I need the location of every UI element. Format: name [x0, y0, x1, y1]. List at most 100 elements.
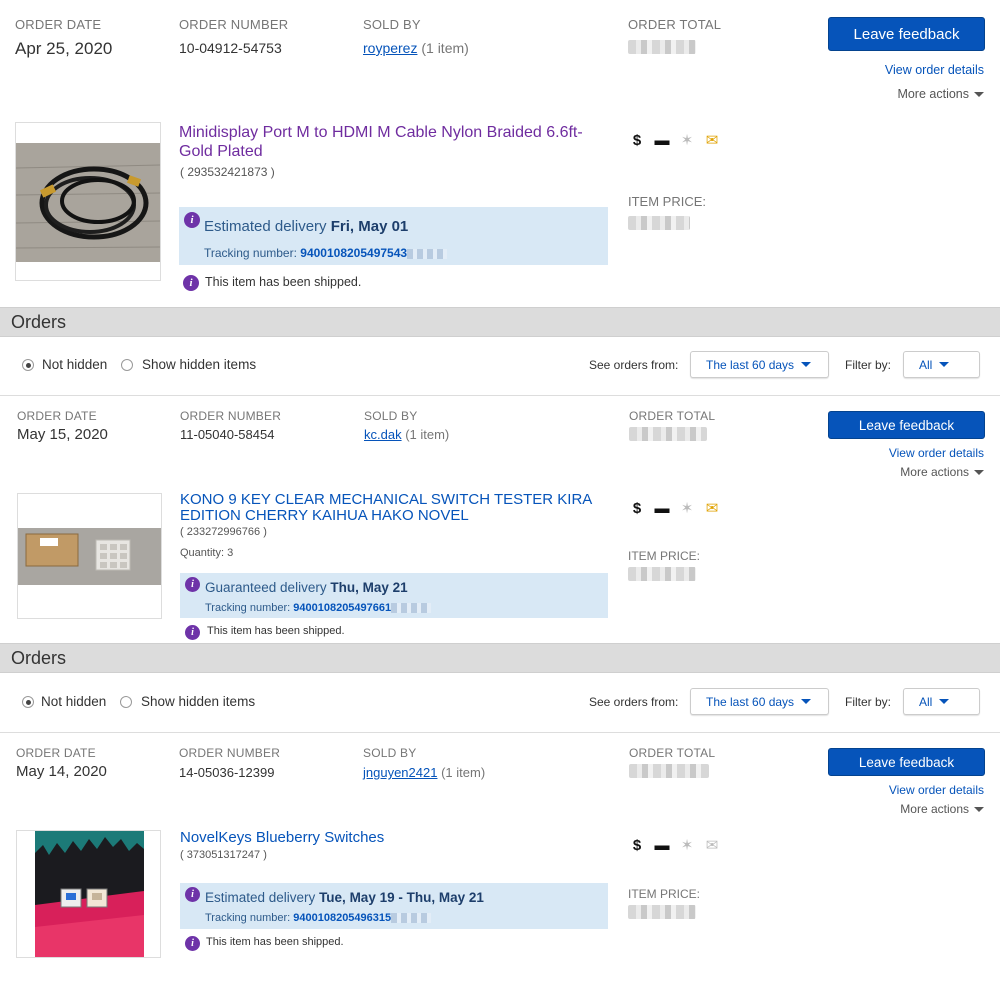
- tracking-label: Tracking number:: [205, 602, 291, 614]
- delivery-text: Guaranteed delivery Thu, May 21: [205, 580, 408, 595]
- status-icons: $ ▬ ✶ ✉: [628, 499, 721, 518]
- order-number: 11-05040-58454: [180, 427, 275, 442]
- item-id: ( 293532421873 ): [180, 165, 275, 179]
- tracking-number-link[interactable]: 9400108205496315: [293, 912, 432, 924]
- delivery-date: Tue, May 19 - Thu, May 21: [319, 890, 484, 905]
- more-actions-menu[interactable]: More actions: [900, 465, 984, 479]
- more-actions-label: More actions: [900, 465, 969, 479]
- more-actions-menu[interactable]: More actions: [900, 802, 984, 816]
- leave-feedback-button[interactable]: Leave feedback: [828, 17, 985, 51]
- item-count: (1 item): [441, 765, 486, 780]
- show-hidden-label: Show hidden items: [141, 694, 256, 709]
- see-orders-from-label: See orders from:: [589, 695, 679, 709]
- more-actions-label: More actions: [900, 802, 969, 816]
- card-icon: ▬: [654, 499, 670, 517]
- order-number-label: ORDER NUMBER: [179, 746, 281, 760]
- filter-dropdown[interactable]: All: [903, 351, 980, 378]
- leave-feedback-button[interactable]: Leave feedback: [828, 411, 985, 439]
- info-icon: i: [184, 212, 200, 228]
- delivery-date: Thu, May 21: [330, 580, 408, 595]
- seller-link[interactable]: royperez: [363, 40, 417, 56]
- filter-value: All: [919, 357, 933, 372]
- feedback-star-icon: ✶: [680, 500, 694, 517]
- info-icon: i: [185, 887, 200, 902]
- tracking-label: Tracking number:: [205, 912, 291, 924]
- show-hidden-label: Show hidden items: [142, 357, 257, 372]
- not-hidden-label: Not hidden: [42, 357, 108, 372]
- chevron-down-icon: [939, 699, 950, 704]
- tracking-label: Tracking number:: [204, 246, 297, 260]
- order-total-label: ORDER TOTAL: [628, 17, 722, 32]
- show-hidden-radio[interactable]: [121, 359, 133, 371]
- delivery-text: Estimated delivery Tue, May 19 - Thu, Ma…: [205, 890, 484, 905]
- filter-dropdown[interactable]: All: [903, 688, 980, 715]
- order-total-label: ORDER TOTAL: [629, 746, 716, 760]
- show-hidden-radio[interactable]: [120, 696, 132, 708]
- delivery-info-box: i Estimated delivery Fri, May 01 Trackin…: [179, 207, 608, 265]
- info-icon: i: [183, 275, 199, 291]
- order-total-redacted: [628, 40, 696, 54]
- delivery-date: Fri, May 01: [330, 218, 409, 235]
- dollar-icon: $: [632, 131, 642, 149]
- seller-link[interactable]: jnguyen2421: [363, 765, 437, 780]
- seller-info: jnguyen2421 (1 item): [363, 765, 485, 780]
- leave-feedback-button[interactable]: Leave feedback: [828, 748, 985, 776]
- item-count: (1 item): [421, 40, 469, 56]
- dollar-icon: $: [632, 836, 642, 854]
- sold-by-label: SOLD BY: [363, 746, 417, 760]
- info-icon: i: [185, 936, 200, 951]
- view-order-details-link[interactable]: View order details: [885, 63, 984, 77]
- item-title-link[interactable]: NovelKeys Blueberry Switches: [180, 830, 610, 846]
- not-hidden-radio[interactable]: [22, 696, 34, 708]
- tracking-row: Tracking number: 9400108205497661: [205, 602, 432, 614]
- delivery-info-box: i Estimated delivery Tue, May 19 - Thu, …: [180, 883, 608, 929]
- info-icon: i: [185, 625, 200, 640]
- item-thumbnail[interactable]: [16, 830, 161, 958]
- seller-info: kc.dak (1 item): [364, 427, 449, 442]
- envelope-icon: ✉: [705, 500, 719, 517]
- order-number: 14-05036-12399: [179, 765, 275, 780]
- item-count: (1 item): [405, 427, 450, 442]
- item-title-link[interactable]: Minidisplay Port M to HDMI M Cable Nylon…: [179, 123, 609, 161]
- view-order-details-link[interactable]: View order details: [889, 446, 984, 460]
- filter-by-label: Filter by:: [845, 695, 892, 709]
- blueberry-switches-image: [17, 831, 160, 957]
- order-total-label: ORDER TOTAL: [629, 409, 716, 423]
- period-dropdown[interactable]: The last 60 days: [690, 351, 829, 378]
- order-card-1: ORDER DATE Apr 25, 2020 ORDER NUMBER 10-…: [0, 0, 1000, 306]
- envelope-icon: ✉: [705, 132, 719, 149]
- orders-section-header: Orders: [0, 643, 1000, 673]
- order-card-3: ORDER DATE May 14, 2020 ORDER NUMBER 14-…: [0, 734, 1000, 1000]
- order-total-redacted: [629, 427, 707, 441]
- tracking-number-link[interactable]: 9400108205497543: [300, 246, 448, 260]
- item-thumbnail[interactable]: [17, 493, 162, 619]
- item-thumbnail[interactable]: [15, 122, 161, 281]
- not-hidden-radio[interactable]: [22, 359, 34, 371]
- item-price-label: ITEM PRICE:: [628, 549, 701, 563]
- period-dropdown[interactable]: The last 60 days: [690, 688, 829, 715]
- feedback-star-icon: ✶: [680, 837, 694, 854]
- status-icons: $ ▬ ✶ ✉: [628, 836, 721, 855]
- order-date-label: ORDER DATE: [15, 17, 102, 32]
- orders-heading: Orders: [11, 648, 67, 668]
- chevron-down-icon: [801, 362, 812, 367]
- order-card-2: ORDER DATE May 15, 2020 ORDER NUMBER 11-…: [0, 397, 1000, 643]
- tracking-number: 9400108205497543: [300, 246, 408, 260]
- view-order-details-link[interactable]: View order details: [889, 783, 984, 797]
- order-date: Apr 25, 2020: [15, 39, 113, 58]
- quantity: Quantity: 3: [180, 547, 234, 559]
- item-id: ( 233272996766 ): [180, 526, 267, 538]
- item-price-label: ITEM PRICE:: [628, 194, 707, 209]
- order-date-label: ORDER DATE: [16, 746, 96, 760]
- item-title-link[interactable]: KONO 9 KEY CLEAR MECHANICAL SWITCH TESTE…: [180, 492, 610, 524]
- tracking-number-link[interactable]: 9400108205497661: [293, 602, 432, 614]
- see-orders-from-label: See orders from:: [589, 358, 679, 372]
- sold-by-label: SOLD BY: [364, 409, 418, 423]
- period-value: The last 60 days: [706, 357, 795, 372]
- orders-heading: Orders: [11, 312, 67, 332]
- dollar-icon: $: [632, 499, 642, 517]
- sold-by-label: SOLD BY: [363, 17, 421, 32]
- seller-link[interactable]: kc.dak: [364, 427, 402, 442]
- more-actions-menu[interactable]: More actions: [897, 87, 984, 101]
- filter-value: All: [919, 694, 933, 709]
